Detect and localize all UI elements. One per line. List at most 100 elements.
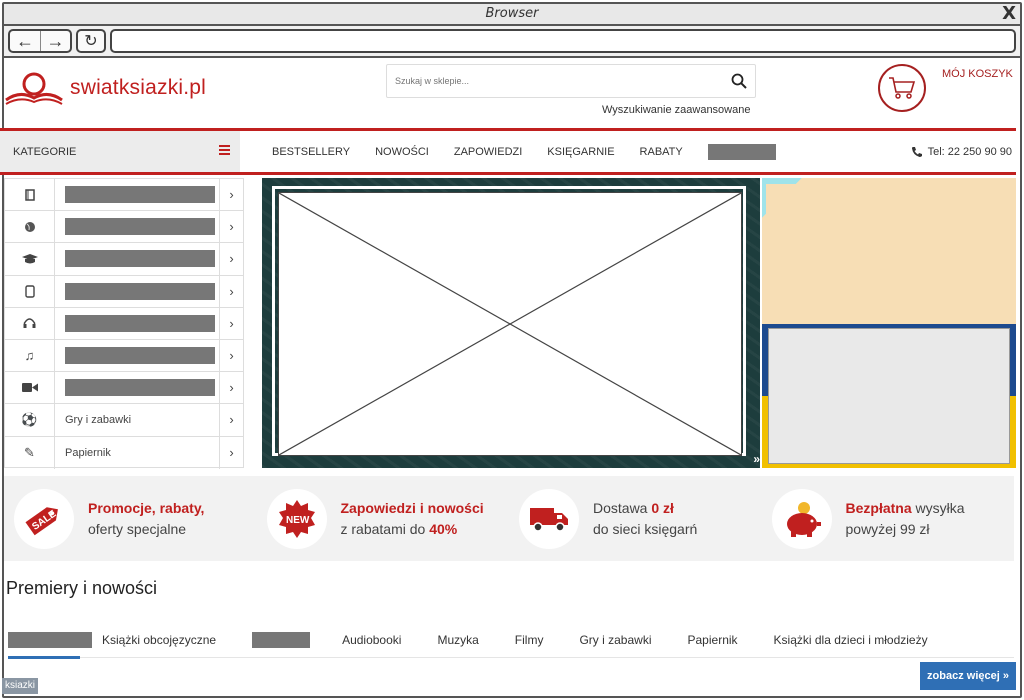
feature-subtitle-prefix: z rabatami do: [340, 520, 430, 537]
features-strip: SALE Promocje, rabaty, oferty specjalne …: [4, 476, 1014, 561]
chevron-right-icon: ›: [219, 275, 243, 307]
cart-label[interactable]: MÓJ KOSZYK: [942, 68, 1013, 80]
sidebar-item-foreign[interactable]: ›: [5, 211, 243, 244]
chevron-right-icon: ›: [219, 436, 243, 469]
sidebar-item-books[interactable]: ›: [5, 179, 243, 212]
redacted-label: [65, 379, 215, 397]
active-tab-indicator: [8, 656, 80, 659]
hero-next-arrows-icon[interactable]: »: [753, 452, 760, 466]
sidebar-item-ebooks[interactable]: ›: [5, 275, 243, 308]
reload-icon[interactable]: ↻: [76, 29, 106, 53]
feature-promotions[interactable]: SALE Promocje, rabaty, oferty specjalne: [4, 476, 257, 561]
feature-subtitle: do sieci księgarń: [593, 520, 698, 537]
globe-icon: [5, 211, 55, 243]
tab-stationery[interactable]: Papiernik: [688, 622, 738, 658]
promo-banner-image: [766, 184, 1014, 322]
sidebar-item-films[interactable]: ›: [5, 372, 243, 405]
nav-item-nowosci[interactable]: NOWOŚCI: [375, 146, 429, 158]
redacted-label: [65, 186, 215, 204]
placeholder-cross-icon: [278, 192, 742, 456]
chevron-right-icon: ›: [219, 372, 243, 404]
search-box: [386, 64, 756, 98]
new-badge-icon: NEW: [266, 488, 327, 549]
nav-item-redacted[interactable]: [707, 143, 776, 160]
chevron-right-icon: ›: [219, 211, 243, 243]
tab-films[interactable]: Filmy: [515, 622, 544, 658]
chevron-right-icon: ›: [219, 179, 243, 211]
feature-title: Promocje, rabaty,: [88, 499, 205, 516]
see-more-button[interactable]: zobacz więcej »: [920, 662, 1016, 690]
tab-music[interactable]: Muzyka: [437, 622, 478, 658]
video-camera-icon: [5, 372, 55, 404]
categories-label: KATEGORIE: [13, 145, 77, 158]
music-note-icon: ♫: [5, 339, 55, 372]
feature-highlight: 0 zł: [651, 499, 674, 516]
book-logo-icon: [5, 72, 63, 105]
promo-banner-image: [768, 328, 1010, 464]
tab-toys[interactable]: Gry i zabawki: [579, 622, 651, 658]
close-icon[interactable]: X: [1002, 4, 1016, 24]
tablet-icon: [5, 275, 55, 307]
chevron-right-icon: ›: [219, 243, 243, 275]
pencil-icon: ✎: [5, 436, 55, 469]
nav-item-zapowiedzi[interactable]: ZAPOWIEDZI: [454, 146, 522, 158]
feature-title: Dostawa 0 zł: [593, 498, 697, 519]
sidebar-item-stationery[interactable]: ✎ Papiernik ›: [5, 436, 243, 469]
redacted-label: [65, 347, 215, 365]
phone-number[interactable]: Tel: 22 250 90 90: [928, 146, 1012, 158]
tab-redacted[interactable]: [8, 631, 92, 648]
categories-tab[interactable]: KATEGORIE: [0, 131, 240, 172]
browser-titlebar: Browser X: [4, 4, 1020, 26]
redacted-label: [65, 250, 215, 268]
nav-item-bestsellery[interactable]: BESTSELLERY: [272, 146, 350, 158]
tab-foreign-books[interactable]: Książki obcojęzyczne: [102, 622, 216, 658]
chevron-right-icon: ›: [219, 307, 243, 339]
tab-audiobooks[interactable]: Audiobooki: [342, 622, 401, 658]
chevron-right-icon: ›: [219, 404, 243, 436]
feature-new-releases[interactable]: NEW Zapowiedzi i nowości z rabatami do 4…: [257, 476, 510, 561]
address-bar[interactable]: [110, 29, 1016, 53]
cart-icon[interactable]: [878, 64, 926, 112]
main-menubar: KATEGORIE BESTSELLERY NOWOŚCI ZAPOWIEDZI…: [0, 128, 1016, 175]
svg-text:NEW: NEW: [286, 515, 310, 526]
sale-tag-icon: SALE: [14, 488, 74, 549]
feature-title: Bezpłatna wysyłka: [846, 498, 965, 519]
sidebar-item-label: Gry i zabawki: [65, 413, 132, 426]
logo-text: swiatksiazki.pl: [70, 76, 207, 99]
sidebar-item-education[interactable]: ›: [5, 243, 243, 276]
image-placeholder: [278, 192, 742, 456]
feature-delivery[interactable]: Dostawa 0 zł do sieci księgarń: [509, 476, 762, 561]
tab-kids-books[interactable]: Książki dla dzieci i młodzieży: [774, 622, 928, 658]
premieres-tabs: Książki obcojęzyczne Audiobooki Muzyka F…: [8, 622, 1014, 658]
feature-highlight: Bezpłatna: [845, 499, 912, 516]
sidebar-item-toys[interactable]: ⚽ Gry i zabawki ›: [5, 404, 243, 437]
sidebar-item-audiobooks[interactable]: ›: [5, 307, 243, 340]
promo-banner-top[interactable]: [762, 178, 1016, 324]
forward-icon[interactable]: →: [40, 31, 70, 51]
feature-subtitle: powyżej 99 zł: [845, 520, 930, 537]
back-icon[interactable]: ←: [10, 31, 40, 51]
feature-free-shipping[interactable]: Bezpłatna wysyłka powyżej 99 zł: [762, 476, 1015, 561]
feature-highlight: 40%: [429, 520, 458, 537]
premieres-title: Premiery i nowości: [6, 578, 158, 598]
chevron-right-icon: ›: [219, 339, 243, 372]
feature-subtitle: z rabatami do 40%: [341, 519, 484, 540]
promo-banner-bottom[interactable]: [762, 324, 1016, 468]
search-icon[interactable]: [731, 73, 747, 89]
tab-redacted[interactable]: [252, 631, 311, 648]
browser-title: Browser: [485, 6, 539, 21]
main-nav: BESTSELLERY NOWOŚCI ZAPOWIEDZI KSIĘGARNI…: [272, 131, 776, 172]
delivery-truck-icon: [519, 488, 579, 549]
nav-item-rabaty[interactable]: RABATY: [640, 146, 683, 158]
sidebar-item-music[interactable]: ♫ ›: [5, 339, 243, 373]
football-icon: ⚽: [5, 404, 55, 436]
site-header: swiatksiazki.pl Wyszukiwanie zaawansowan…: [0, 56, 1016, 128]
nav-item-ksiegarnie[interactable]: KSIĘGARNIE: [547, 146, 614, 158]
feature-title-prefix: Dostawa: [593, 499, 652, 516]
book-icon: [5, 179, 55, 211]
search-input[interactable]: [395, 76, 731, 86]
site-logo[interactable]: swiatksiazki.pl: [4, 70, 206, 106]
hamburger-icon: [219, 145, 230, 155]
advanced-search-link[interactable]: Wyszukiwanie zaawansowane: [602, 104, 750, 116]
hero-banner[interactable]: »: [262, 178, 760, 468]
